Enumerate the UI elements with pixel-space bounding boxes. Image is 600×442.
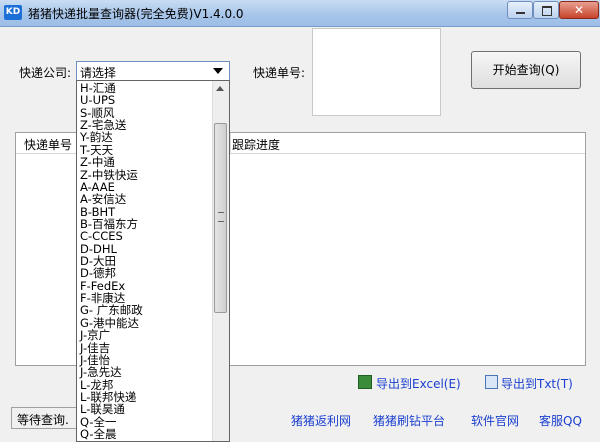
minimize-button[interactable] [507,1,533,19]
export-txt-label: 导出到Txt(T) [501,377,573,391]
dropdown-option[interactable]: J-急先达 [77,366,213,378]
column-tracking-number[interactable]: 快递单号 [24,136,72,153]
scroll-up-icon[interactable] [216,86,224,91]
title-bar: KD 猪猪快递批量查询器(完全免费)V1.4.0.0 ✕ [0,0,600,27]
dropdown-option[interactable]: Q-全晨 [77,428,213,440]
support-qq-link[interactable]: 客服QQ [539,412,582,429]
dropdown-option[interactable]: G- 广东邮政 [77,304,213,316]
column-tracking-progress[interactable]: 跟踪进度 [232,136,280,153]
diamond-platform-link[interactable]: 猪猪刷钻平台 [373,412,445,429]
export-excel-label: 导出到Excel(E) [376,377,461,391]
app-icon: KD [4,5,22,20]
company-dropdown-list[interactable]: H-汇通 U-UPS S-顺风 Z-宅急送 Y-韵达 T-天天 Z-中通 Z-中铁快运 A-AA… [76,80,230,442]
dropdown-option[interactable]: A-安信达 [77,193,213,205]
start-query-button[interactable]: 开始查询(Q) [471,51,581,89]
tracking-label: 快递单号: [253,66,306,80]
window-title: 猪猪快递批量查询器(完全免费)V1.4.0.0 [28,7,244,21]
grip-icon [218,212,224,222]
scrollbar-thumb[interactable] [214,123,227,313]
excel-icon [358,375,372,389]
company-select[interactable]: 请选择 [76,61,230,81]
status-bar: 等待查询. [11,407,77,429]
close-icon: ✕ [573,3,585,17]
dropdown-option[interactable]: J-京广 [77,329,213,341]
column-divider[interactable] [230,133,231,153]
dropdown-option[interactable]: U-UPS [77,94,213,106]
official-site-link[interactable]: 软件官网 [471,412,519,429]
txt-file-icon [485,375,498,389]
dropdown-options: H-汇通 U-UPS S-顺风 Z-宅急送 Y-韵达 T-天天 Z-中通 Z-中铁快运 A-AA… [77,82,213,440]
dropdown-option[interactable]: D-德邦 [77,267,213,279]
rebate-link[interactable]: 猪猪返利网 [291,412,351,429]
dropdown-option[interactable]: C-CCES [77,230,213,242]
company-label: 快递公司: [19,66,72,80]
dropdown-option[interactable]: Y-韵达 [77,131,213,143]
company-select-value: 请选择 [80,66,117,80]
maximize-icon [542,6,552,16]
close-button[interactable]: ✕ [559,1,599,19]
status-text: 等待查询. [17,413,69,427]
dropdown-scrollbar[interactable] [212,81,229,441]
tracking-number-input[interactable] [312,28,441,116]
maximize-button[interactable] [533,1,559,19]
minimize-icon [516,12,525,14]
dropdown-option[interactable]: Z-中通 [77,156,213,168]
chevron-down-icon[interactable] [213,68,223,74]
dropdown-option[interactable]: L-联昊通 [77,403,213,415]
